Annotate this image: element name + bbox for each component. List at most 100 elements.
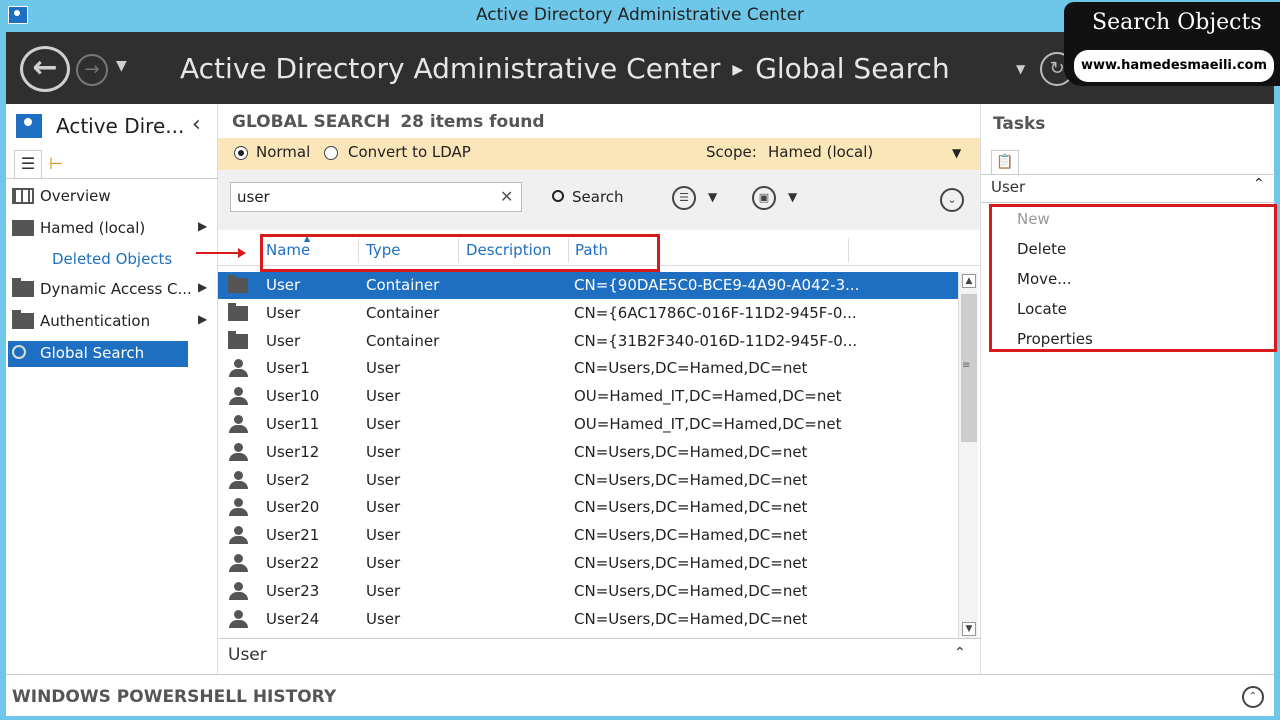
scroll-down-icon[interactable]: ▼ xyxy=(962,622,976,636)
divider xyxy=(981,174,1275,175)
table-row[interactable]: User Container CN={31B2F340-016D-11D2-945F… xyxy=(218,328,958,355)
results-scrollbar[interactable]: ▲ ≡ ▼ xyxy=(958,272,978,638)
cell-path: CN=Users,DC=Hamed,DC=net xyxy=(574,470,808,489)
cell-name: User1 xyxy=(266,359,310,378)
cell-path: CN=Users,DC=Hamed,DC=net xyxy=(574,581,808,600)
tasks-pane: Tasks 📋 User ⌃ New Delete Move... Locate… xyxy=(980,104,1277,674)
back-arrow-icon[interactable]: ← xyxy=(20,46,70,92)
tasks-section-title[interactable]: User xyxy=(991,178,1025,196)
chevron-up-icon[interactable]: ⌃ xyxy=(1253,176,1265,192)
clear-icon[interactable]: ✕ xyxy=(500,187,513,206)
table-row[interactable]: User12 User CN=Users,DC=Hamed,DC=net xyxy=(218,439,958,466)
table-row[interactable]: User23 User CN=Users,DC=Hamed,DC=net xyxy=(218,578,958,605)
expand-arrow-icon[interactable]: ▶ xyxy=(198,219,207,233)
nav-item-overview[interactable]: Overview xyxy=(8,184,188,210)
table-row[interactable]: User1 User CN=Users,DC=Hamed,DC=net xyxy=(218,355,958,382)
search-toolbar: user ✕ Search ☰ ▼ ▣ ▼ ⌄ xyxy=(218,170,980,230)
expand-arrow-icon[interactable]: ▶ xyxy=(198,312,207,326)
table-row[interactable]: User22 User CN=Users,DC=Hamed,DC=net xyxy=(218,550,958,577)
manage-dropdown-icon[interactable]: ▼ xyxy=(1016,62,1025,76)
cell-name: User10 xyxy=(266,387,320,406)
search-button[interactable]: Search xyxy=(552,188,624,206)
cell-name: User24 xyxy=(266,609,320,628)
divider[interactable] xyxy=(848,238,849,262)
radio-convert-ldap-label[interactable]: Convert to LDAP xyxy=(348,143,471,161)
user-icon xyxy=(228,526,248,545)
table-row[interactable]: User20 User CN=Users,DC=Hamed,DC=net xyxy=(218,494,958,521)
cell-type: User xyxy=(366,387,401,406)
nav-item-global-search[interactable]: Global Search xyxy=(8,341,188,367)
table-row[interactable]: User11 User OU=Hamed_IT,DC=Hamed,DC=net xyxy=(218,411,958,438)
cell-name: User22 xyxy=(266,554,320,572)
powershell-history-bar[interactable]: WINDOWS POWERSHELL HISTORY ⌃ xyxy=(6,674,1274,716)
view-switcher: ☰ ⊢ xyxy=(14,150,70,178)
expand-arrow-icon[interactable]: ▶ xyxy=(198,280,207,294)
forward-arrow-icon[interactable]: → xyxy=(76,54,108,86)
table-row[interactable]: User Container CN={6AC1786C-016F-11D2-945F… xyxy=(218,300,958,327)
chevron-up-icon[interactable]: ⌃ xyxy=(954,645,966,661)
radio-normal-label[interactable]: Normal xyxy=(256,143,310,161)
user-icon xyxy=(228,359,248,378)
cell-type: User xyxy=(366,359,401,378)
radio-convert-ldap[interactable] xyxy=(324,146,338,160)
radio-normal[interactable] xyxy=(234,146,248,160)
cell-name: User xyxy=(266,276,301,294)
table-row[interactable]: User Container CN={90DAE5C0-BCE9-4A90-A042… xyxy=(218,272,958,299)
search-input[interactable]: user xyxy=(230,182,522,212)
cell-type: User xyxy=(366,415,401,433)
cell-type: User xyxy=(366,554,401,572)
details-preview-bar[interactable]: User ⌃ xyxy=(218,638,980,670)
history-dropdown-icon[interactable]: ▼ xyxy=(116,58,127,74)
divider xyxy=(6,178,218,179)
cell-name: User23 xyxy=(266,581,320,600)
cell-type: User xyxy=(366,526,401,545)
breadcrumb-separator-icon: ▶ xyxy=(732,62,744,78)
table-row[interactable]: User24 User CN=Users,DC=Hamed,DC=net xyxy=(218,606,958,633)
cell-path: CN=Users,DC=Hamed,DC=net xyxy=(574,442,808,461)
cell-path: CN=Users,DC=Hamed,DC=net xyxy=(574,359,808,378)
cell-path: OU=Hamed_IT,DC=Hamed,DC=net xyxy=(574,415,842,433)
tree-view-icon[interactable]: ⊢ xyxy=(42,151,70,179)
breadcrumb-current[interactable]: Global Search xyxy=(755,52,949,85)
user-icon xyxy=(228,415,248,433)
scope-select[interactable]: Hamed (local) xyxy=(768,143,873,161)
cell-type: User xyxy=(366,442,401,461)
expand-criteria-icon[interactable]: ⌄ xyxy=(940,188,964,212)
chevron-down-icon[interactable]: ▼ xyxy=(788,190,797,204)
global-search-title: GLOBAL SEARCH xyxy=(232,112,391,132)
nav-item-dynamic-access-control[interactable]: Dynamic Access C... ▶ xyxy=(8,277,207,303)
global-search-panel: GLOBAL SEARCH 28 items found Normal Conve… xyxy=(218,104,980,674)
nav-item-label: Authentication xyxy=(40,312,151,330)
clipboard-icon[interactable]: 📋 xyxy=(991,150,1019,174)
breadcrumb-root[interactable]: Active Directory Administrative Center xyxy=(180,52,720,85)
list-view-icon[interactable]: ☰ xyxy=(14,150,42,178)
container-icon xyxy=(228,275,248,293)
cell-type: User xyxy=(366,498,401,517)
search-button-label: Search xyxy=(572,188,624,206)
table-row[interactable]: User2 User CN=Users,DC=Hamed,DC=net xyxy=(218,467,958,494)
cell-name: User11 xyxy=(266,415,320,433)
table-row[interactable]: User10 User OU=Hamed_IT,DC=Hamed,DC=net xyxy=(218,383,958,410)
cell-type: User xyxy=(366,470,401,489)
nav-item-authentication[interactable]: Authentication ▶ xyxy=(8,309,207,335)
save-query-icon[interactable]: ▣ xyxy=(752,186,776,210)
divider xyxy=(981,202,1275,203)
collapse-pane-icon[interactable]: ‹ xyxy=(192,112,201,137)
nav-item-deleted-objects[interactable]: Deleted Objects xyxy=(52,250,172,268)
user-icon xyxy=(228,387,248,406)
chevron-down-icon[interactable]: ▼ xyxy=(952,146,961,160)
overview-icon xyxy=(12,188,34,204)
criteria-list-icon[interactable]: ☰ xyxy=(672,186,696,210)
cell-path: CN=Users,DC=Hamed,DC=net xyxy=(574,554,808,572)
table-row[interactable]: User21 User CN=Users,DC=Hamed,DC=net xyxy=(218,522,958,549)
navigation-title-label: Active Dire... xyxy=(56,114,185,138)
cell-type: Container xyxy=(366,276,440,294)
cell-path: OU=Hamed_IT,DC=Hamed,DC=net xyxy=(574,387,842,406)
scroll-up-icon[interactable]: ▲ xyxy=(962,274,976,288)
folder-icon xyxy=(12,278,34,297)
chevron-up-icon[interactable]: ⌃ xyxy=(1242,686,1264,708)
cell-name: User20 xyxy=(266,498,320,517)
chevron-down-icon[interactable]: ▼ xyxy=(708,190,717,204)
nav-item-hamed-local[interactable]: Hamed (local) ▶ xyxy=(8,216,207,242)
annotation-arrow-icon xyxy=(196,248,246,258)
